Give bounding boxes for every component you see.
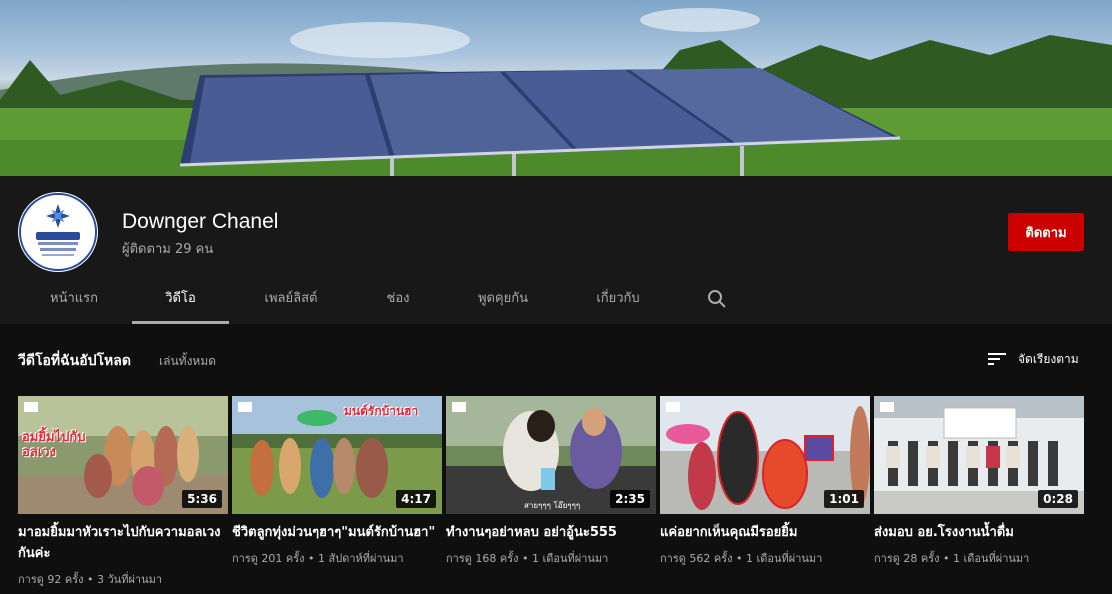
video-card[interactable]: 0:28 ส่งมอบ อย.โรงงานน้ำดื่ม การดู 28 คร…	[874, 396, 1084, 567]
video-duration: 2:35	[610, 490, 650, 508]
video-title[interactable]: ชีวิตลูกทุ่งม่วนๆฮาๆ"มนต์รักบ้านฮา"	[232, 522, 436, 543]
video-thumbnail[interactable]: มนต์รักบ้านฮา 4:17	[232, 396, 442, 514]
video-title[interactable]: แค่อยากเห็นคุณมีรอยยิ้ม	[660, 522, 864, 543]
video-thumbnail[interactable]: สายๆๆๆ โอ๊ยๆๆๆ 2:35	[446, 396, 656, 514]
videos-shelf: วีดีโอที่ฉันอัปโหลด เล่นทั้งหมด จัดเรียง…	[0, 324, 1112, 594]
video-thumbnail[interactable]: 1:01	[660, 396, 870, 514]
tab-about[interactable]: เกี่ยวกับ	[578, 276, 658, 324]
video-meta: การดู 168 ครั้ง • 1 เดือนที่ผ่านมา	[446, 552, 609, 565]
tab-home[interactable]: หน้าแรก	[34, 276, 114, 324]
channel-tabs: หน้าแรก วิดีโอ เพลย์ลิสต์ ช่อง พูดคุยกัน…	[0, 276, 1112, 324]
video-title[interactable]: ส่งมอบ อย.โรงงานน้ำดื่ม	[874, 522, 1078, 543]
subscriber-count: ผู้ติดตาม 29 คน	[122, 242, 214, 257]
search-icon[interactable]	[706, 288, 728, 310]
play-all-link[interactable]: เล่นทั้งหมด	[159, 352, 216, 371]
video-thumbnail[interactable]: 0:28	[874, 396, 1084, 514]
thumbnail-overlay-text: สายๆๆๆ โอ๊ยๆๆๆ	[524, 501, 581, 510]
channel-avatar[interactable]	[18, 192, 98, 272]
channel-name: Downger Chanel	[122, 210, 279, 233]
channel-banner	[0, 0, 1112, 176]
channel-header: Downger Chanel ผู้ติดตาม 29 คน ติดตาม หน…	[0, 176, 1112, 324]
sort-button[interactable]: จัดเรียงตาม	[986, 348, 1079, 370]
tab-channels[interactable]: ช่อง	[365, 276, 431, 324]
video-meta: การดู 28 ครั้ง • 1 เดือนที่ผ่านมา	[874, 552, 1030, 565]
video-meta: การดู 201 ครั้ง • 1 สัปดาห์ที่ผ่านมา	[232, 552, 404, 565]
video-card[interactable]: สายๆๆๆ โอ๊ยๆๆๆ 2:35 ทำงานๆอย่าหลบ อย่าอู…	[446, 396, 656, 567]
video-card[interactable]: อมยิ้มไปกับ อลเวง 5:36 มาอมยิ้มมาหัวเราะ…	[18, 396, 228, 588]
video-title[interactable]: ทำงานๆอย่าหลบ อย่าอู้นะ555	[446, 522, 650, 543]
video-duration: 5:36	[182, 490, 222, 508]
video-duration: 0:28	[1038, 490, 1078, 508]
video-title[interactable]: มาอมยิ้มมาหัวเราะไปกับความอลเวงกันค่ะ	[18, 522, 222, 564]
video-card[interactable]: 1:01 แค่อยากเห็นคุณมีรอยยิ้ม การดู 562 ค…	[660, 396, 870, 567]
sort-icon	[988, 353, 1006, 365]
video-card[interactable]: มนต์รักบ้านฮา 4:17 ชีวิตลูกทุ่งม่วนๆฮาๆ"…	[232, 396, 442, 567]
sort-label: จัดเรียงตาม	[1018, 351, 1079, 366]
video-meta: การดู 562 ครั้ง • 1 เดือนที่ผ่านมา	[660, 552, 823, 565]
thumbnail-overlay-text: มนต์รักบ้านฮา	[344, 404, 419, 418]
video-duration: 4:17	[396, 490, 436, 508]
subscribe-button[interactable]: ติดตาม	[1008, 213, 1084, 251]
video-duration: 1:01	[824, 490, 864, 508]
thumbnail-overlay-text: อมยิ้มไปกับ อลเวง	[22, 430, 86, 460]
tab-playlists[interactable]: เพลย์ลิสต์	[246, 276, 336, 324]
shelf-title: วีดีโอที่ฉันอัปโหลด	[18, 353, 131, 369]
video-meta: การดู 92 ครั้ง • 3 วันที่ผ่านมา	[18, 573, 163, 586]
tab-discussion[interactable]: พูดคุยกัน	[460, 276, 546, 324]
tab-videos[interactable]: วิดีโอ	[132, 276, 229, 324]
video-thumbnail[interactable]: อมยิ้มไปกับ อลเวง 5:36	[18, 396, 228, 514]
